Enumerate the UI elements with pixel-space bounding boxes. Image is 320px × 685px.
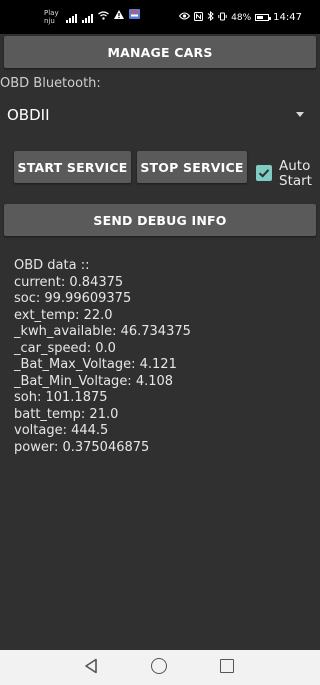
recent-apps-icon[interactable] — [220, 659, 234, 673]
obd-data-readout: OBD data :: current: 0.84375 soc: 99.996… — [14, 258, 191, 456]
obd-data-line: ext_temp: 22.0 — [14, 307, 113, 323]
carrier-label: Play nju — [44, 9, 59, 25]
carrier-name-secondary: nju — [44, 17, 55, 25]
obd-device-dropdown[interactable]: OBDII — [0, 100, 316, 130]
checkmark-icon — [258, 169, 270, 178]
auto-start-label: Auto Start — [279, 159, 312, 189]
battery-percent: 48% — [231, 12, 252, 23]
obd-data-line: _car_speed: 0.0 — [14, 340, 116, 356]
obd-data-line: current: 0.84375 — [14, 274, 124, 290]
back-icon[interactable] — [84, 658, 98, 678]
carrier-name: Play — [44, 9, 59, 17]
send-debug-info-button[interactable]: SEND DEBUG INFO — [4, 204, 316, 236]
signal-icon — [82, 14, 93, 23]
eye-icon — [179, 12, 191, 23]
obd-data-line: _Bat_Max_Voltage: 4.121 — [14, 357, 177, 372]
wifi-icon — [98, 11, 109, 23]
navigation-bar — [0, 650, 320, 685]
manage-cars-button[interactable]: MANAGE CARS — [4, 36, 316, 68]
stop-service-button[interactable]: STOP SERVICE — [137, 151, 247, 183]
obd-data-line: batt_temp: 21.0 — [14, 406, 119, 422]
obd-data-line: _kwh_available: 46.734375 — [14, 324, 191, 339]
obd-device-selected: OBDII — [7, 106, 50, 124]
obd-data-line: soc: 99.99609375 — [14, 291, 132, 306]
obd-data-line: soh: 101.1875 — [14, 390, 108, 405]
signal-icon — [66, 14, 77, 23]
auto-start-checkbox[interactable] — [256, 165, 272, 181]
start-service-button[interactable]: START SERVICE — [14, 151, 131, 183]
obd-data-line: power: 0.375046875 — [14, 439, 150, 455]
obd-data-line: voltage: 444.5 — [14, 423, 109, 438]
obd-bluetooth-label: OBD Bluetooth: — [0, 76, 101, 91]
vibrate-icon — [218, 12, 227, 24]
dropdown-arrow-icon — [296, 112, 304, 117]
bluetooth-icon — [207, 10, 214, 24]
obd-data-header: OBD data :: — [14, 258, 90, 273]
warning-icon — [114, 4, 124, 23]
status-bar: Play nju 48% 14:47 — [0, 0, 320, 34]
obd-data-line: _Bat_Min_Voltage: 4.108 — [14, 373, 174, 389]
clock: 14:47 — [273, 12, 302, 23]
home-icon[interactable] — [151, 658, 167, 674]
app-notification-icon — [129, 4, 140, 23]
nfc-icon — [194, 11, 204, 24]
battery-icon — [255, 14, 272, 21]
